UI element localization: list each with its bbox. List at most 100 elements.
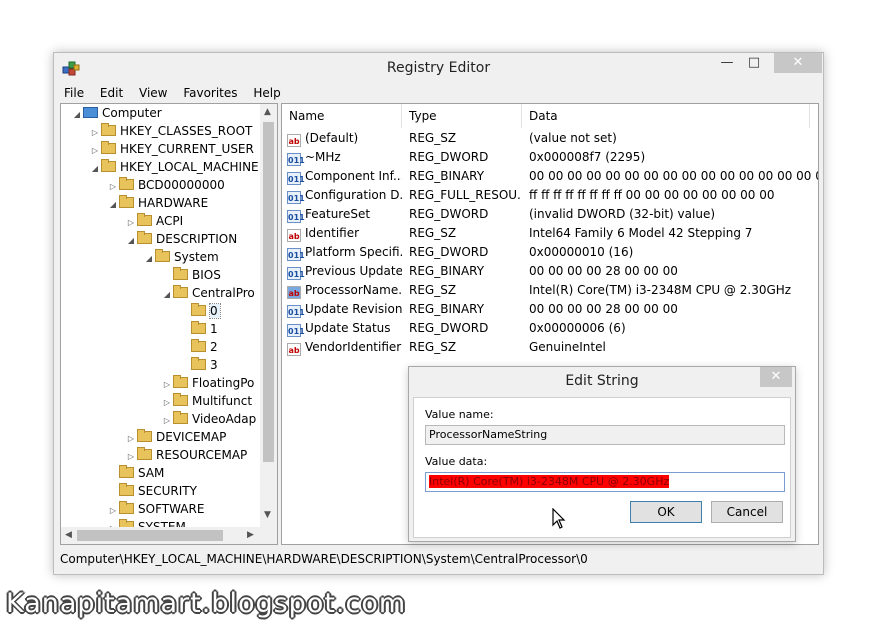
expanded-arrow-icon[interactable]: ◢: [143, 250, 155, 268]
value-row[interactable]: ab ProcessorName... REG_SZ Intel(R) Core(TM…: [282, 281, 818, 300]
tree-node[interactable]: ◢ HKEY_LOCAL_MACHINE: [89, 158, 259, 176]
column-header-type[interactable]: Type: [402, 104, 522, 128]
expanded-arrow-icon[interactable]: ◢: [107, 196, 119, 214]
tree-node[interactable]: ▷ HKEY_CURRENT_USER: [89, 140, 254, 158]
value-data-cell: 00 00 00 00 28 00 00 00: [529, 302, 678, 316]
value-name: Update Revision: [305, 302, 402, 316]
scroll-left-icon[interactable]: ◀: [65, 530, 72, 540]
tree-node[interactable]: ▷ ACPI: [125, 212, 183, 230]
cancel-button[interactable]: Cancel: [711, 501, 783, 523]
dialog-close-button[interactable]: ✕: [760, 367, 792, 387]
expanded-arrow-icon[interactable]: ◢: [125, 232, 137, 250]
ok-button[interactable]: OK: [630, 501, 702, 523]
tree-node[interactable]: 0: [179, 302, 221, 320]
tree-node[interactable]: 3: [179, 356, 218, 374]
value-row[interactable]: 011Update Revision REG_BINARY 00 00 00 00 …: [282, 300, 818, 319]
tree-node[interactable]: ▷ HKEY_CLASSES_ROOT: [89, 122, 252, 140]
tree-vertical-scroll-thumb[interactable]: [263, 122, 274, 462]
value-name: Component Inf...: [305, 169, 402, 183]
tree-node[interactable]: BIOS: [161, 266, 221, 284]
tree-node[interactable]: ▷ VideoAdap: [161, 410, 256, 428]
value-data-cell: GenuineIntel: [529, 340, 606, 354]
tree-horizontal-scroll-thumb[interactable]: [77, 530, 223, 541]
tree-node[interactable]: 1: [179, 320, 218, 338]
value-name: (Default): [305, 131, 359, 145]
value-row[interactable]: ab Identifier REG_SZ Intel64 Family 6 Model…: [282, 224, 818, 243]
status-bar-path: Computer\HKEY_LOCAL_MACHINE\HARDWARE\DES…: [60, 552, 588, 566]
registry-tree-pane[interactable]: ◢ Computer ▷ HKEY_CLASSES_ROOT ▷ HKEY_CURRENT…: [60, 103, 278, 545]
value-name: Configuration D...: [305, 188, 402, 202]
value-name-cell: 011Component Inf...: [287, 167, 402, 186]
value-row[interactable]: ab VendorIdentifier REG_SZ GenuineIntel: [282, 338, 818, 357]
scroll-down-icon[interactable]: ▼: [264, 510, 271, 520]
value-name-cell: ab Identifier: [287, 224, 402, 243]
value-type-cell: REG_SZ: [409, 226, 457, 240]
tree-vertical-scrollbar[interactable]: ▲ ▼: [260, 104, 277, 527]
tree-node-label: FloatingPo: [192, 376, 255, 390]
string-value-icon: ab: [287, 229, 301, 242]
tree-node[interactable]: ◢ HARDWARE: [107, 194, 208, 212]
tree-node[interactable]: ▷ RESOURCEMAP: [125, 446, 247, 464]
value-row[interactable]: 011~MHz REG_DWORD 0x000008f7 (2295): [282, 148, 818, 167]
maximize-button[interactable]: □: [740, 53, 768, 73]
tree-node-label: SYSTEM: [138, 520, 186, 527]
value-name-field[interactable]: ProcessorNameString: [425, 425, 785, 445]
value-row[interactable]: ab (Default) REG_SZ (value not set): [282, 129, 818, 148]
scroll-up-icon[interactable]: ▲: [264, 107, 271, 117]
folder-icon: [101, 159, 116, 172]
scroll-right-icon[interactable]: ▶: [247, 530, 254, 540]
expanded-arrow-icon[interactable]: ◢: [71, 106, 83, 124]
value-name-cell: 011~MHz: [287, 148, 402, 167]
close-button[interactable]: ✕: [774, 53, 822, 73]
menu-favorites[interactable]: Favorites: [177, 83, 243, 103]
column-header-name[interactable]: Name: [282, 104, 402, 128]
value-type-cell: REG_SZ: [409, 340, 457, 354]
tree-node[interactable]: 2: [179, 338, 218, 356]
value-type-cell: REG_DWORD: [409, 245, 489, 259]
tree-node[interactable]: ◢ CentralPro: [161, 284, 255, 302]
tree-node[interactable]: ▷ SYSTEM: [107, 518, 186, 527]
value-name: VendorIdentifier: [305, 340, 402, 354]
tree-node[interactable]: SECURITY: [107, 482, 197, 500]
column-header-data[interactable]: Data: [522, 104, 810, 128]
tree-node[interactable]: ▷ DEVICEMAP: [125, 428, 226, 446]
tree-node[interactable]: ▷ BCD00000000: [107, 176, 225, 194]
binary-value-icon: 011: [287, 153, 305, 166]
expanded-arrow-icon[interactable]: ◢: [89, 160, 101, 178]
value-type-cell: REG_DWORD: [409, 150, 489, 164]
value-row[interactable]: 011Platform Specifi... REG_DWORD 0x0000001…: [282, 243, 818, 262]
dialog-title: Edit String: [565, 373, 639, 389]
tree-node-label: BCD00000000: [138, 178, 225, 192]
value-name-cell: ab (Default): [287, 129, 402, 148]
value-row[interactable]: 011FeatureSet REG_DWORD (invalid DWORD (32…: [282, 205, 818, 224]
title-bar[interactable]: Registry Editor — □ ✕: [54, 53, 823, 83]
collapsed-arrow-icon[interactable]: ▷: [107, 520, 119, 527]
value-type-cell: REG_BINARY: [409, 302, 485, 316]
value-row[interactable]: 011Configuration D... REG_FULL_RESOU... ff…: [282, 186, 818, 205]
tree-node[interactable]: ◢ DESCRIPTION: [125, 230, 237, 248]
tree-node[interactable]: ▷ Multifunct: [161, 392, 252, 410]
tree-node[interactable]: ◢ System: [143, 248, 219, 266]
tree-horizontal-scrollbar[interactable]: ◀ ▶: [61, 527, 277, 544]
value-data-cell: ff ff ff ff ff ff ff ff 00 00 00 00 00 0…: [529, 188, 775, 202]
value-data-input[interactable]: Intel(R) Core(TM) i3-2348M CPU @ 2.30GHz: [425, 472, 785, 492]
tree-node-label: VideoAdap: [192, 412, 257, 426]
value-row[interactable]: 011Component Inf... REG_BINARY 00 00 00 00…: [282, 167, 818, 186]
value-row[interactable]: 011Previous Update... REG_BINARY 00 00 00 …: [282, 262, 818, 281]
tree-node[interactable]: ▷ FloatingPo: [161, 374, 254, 392]
tree-node[interactable]: ▷ SOFTWARE: [107, 500, 204, 518]
menu-file[interactable]: File: [58, 83, 90, 103]
tree-node-label: ACPI: [156, 214, 184, 228]
tree-node[interactable]: ◢ Computer: [71, 104, 162, 122]
menu-help[interactable]: Help: [247, 83, 286, 103]
minimize-button[interactable]: —: [713, 53, 741, 73]
tree-node[interactable]: SAM: [107, 464, 164, 482]
value-name-cell: 011Update Status: [287, 319, 402, 338]
menu-edit[interactable]: Edit: [94, 83, 129, 103]
menu-view[interactable]: View: [133, 83, 173, 103]
value-data-cell: Intel64 Family 6 Model 42 Stepping 7: [529, 226, 753, 240]
value-name-cell: ab ProcessorName...: [287, 281, 402, 300]
window-title: Registry Editor: [386, 60, 491, 76]
value-row[interactable]: 011Update Status REG_DWORD 0x00000006 (6): [282, 319, 818, 338]
expanded-arrow-icon[interactable]: ◢: [161, 286, 173, 304]
